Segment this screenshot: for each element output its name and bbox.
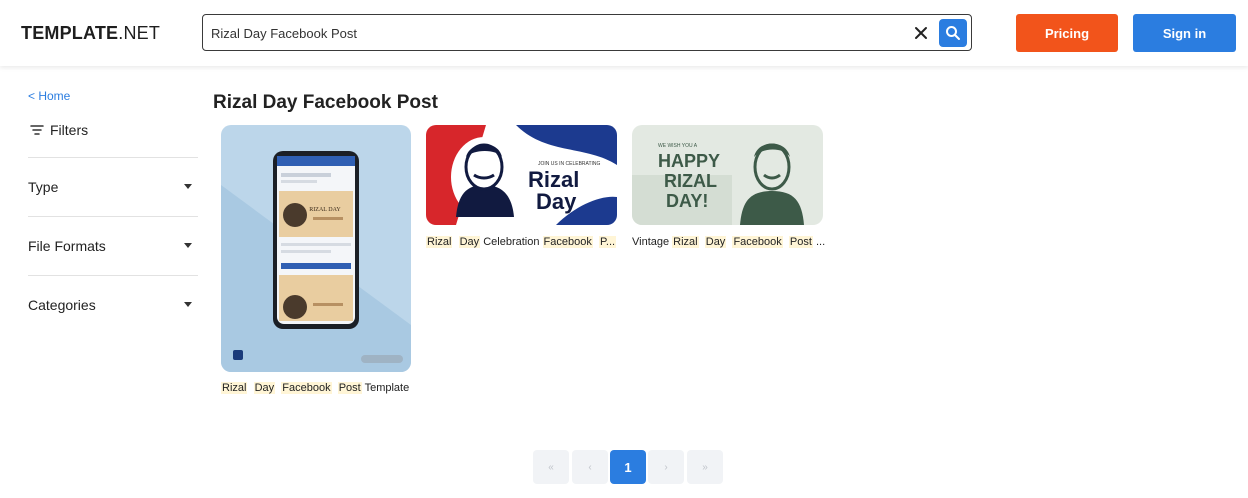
filter-icon xyxy=(30,125,44,135)
pagination-first[interactable]: « xyxy=(533,450,569,484)
top-header: TEMPLATE.NET Pricing Sign in xyxy=(0,0,1248,66)
title-keyword: Rizal xyxy=(672,236,699,248)
title-rest: Vintage xyxy=(632,236,670,248)
pagination-prev[interactable]: ‹ xyxy=(572,450,608,484)
chevron-down-icon xyxy=(184,243,192,248)
title-keyword: Day xyxy=(253,382,276,394)
card3-art-line3: DAY! xyxy=(666,191,708,211)
title-rest: Template xyxy=(364,382,410,394)
template-card-3[interactable]: WE WISH YOU A HAPPY RIZAL DAY! Vintage R… xyxy=(632,125,825,253)
filter-type[interactable]: Type xyxy=(28,157,198,215)
pagination-page-1[interactable]: 1 xyxy=(610,450,646,484)
template-card-2-title[interactable]: Rizal Day Celebration Facebook P... xyxy=(426,236,617,248)
title-keyword: Post xyxy=(337,382,362,394)
logo-suffix-text: .NET xyxy=(118,23,161,43)
title-keyword: Rizal xyxy=(426,236,453,248)
template-thumbnail-3[interactable]: WE WISH YOU A HAPPY RIZAL DAY! xyxy=(632,125,823,225)
chevron-down-icon xyxy=(184,302,192,307)
logo-bold-text: TEMPLATE xyxy=(21,23,119,43)
chevron-down-icon xyxy=(184,184,192,189)
page-title: Rizal Day Facebook Post xyxy=(213,92,438,113)
search-bar xyxy=(202,14,972,51)
title-keyword: Post xyxy=(788,236,813,248)
rizal-celebration-image: JOIN US IN CELEBRATING Rizal Day xyxy=(426,125,617,225)
search-button[interactable] xyxy=(939,19,967,47)
title-keyword: Facebook xyxy=(732,236,783,248)
template-card-1[interactable]: RIZAL DAY Rizal Day Facebook Post Templa… xyxy=(221,125,411,397)
card1-art-text: RIZAL DAY xyxy=(309,207,341,213)
pricing-button[interactable]: Pricing xyxy=(1016,14,1118,52)
phone-mockup-image: RIZAL DAY xyxy=(221,125,411,372)
filters-label: Filters xyxy=(50,122,89,138)
site-logo[interactable]: TEMPLATE.NET xyxy=(21,23,160,44)
filter-file-formats[interactable]: File Formats xyxy=(28,216,198,274)
home-breadcrumb-link[interactable]: < Home xyxy=(28,89,70,103)
card3-art-line1: HAPPY xyxy=(658,151,720,171)
card3-art-small-text: WE WISH YOU A xyxy=(658,143,698,149)
filter-type-label: Type xyxy=(28,178,59,195)
title-keyword: Facebook xyxy=(542,236,593,248)
filter-categories[interactable]: Categories xyxy=(28,275,198,333)
filters-heading[interactable]: Filters xyxy=(30,122,88,138)
filter-categories-label: Categories xyxy=(28,296,96,313)
title-keyword: P... xyxy=(598,236,617,248)
pagination-next[interactable]: › xyxy=(648,450,684,484)
template-card-1-title[interactable]: Rizal Day Facebook Post Template xyxy=(221,382,409,394)
pagination-last[interactable]: » xyxy=(687,450,723,484)
sign-in-button[interactable]: Sign in xyxy=(1133,14,1236,52)
title-keyword: Facebook xyxy=(281,382,332,394)
template-thumbnail-1[interactable]: RIZAL DAY xyxy=(221,125,411,372)
filter-file-formats-label: File Formats xyxy=(28,237,106,254)
card3-art-line2: RIZAL xyxy=(664,171,717,191)
title-keyword: Day xyxy=(704,236,727,248)
title-rest: Celebration xyxy=(483,236,540,248)
title-keyword: Rizal xyxy=(221,382,248,394)
clear-search-button[interactable] xyxy=(909,21,933,45)
close-icon xyxy=(915,27,927,39)
template-thumbnail-2[interactable]: JOIN US IN CELEBRATING Rizal Day xyxy=(426,125,617,225)
search-input[interactable] xyxy=(211,23,891,43)
vintage-rizal-image: WE WISH YOU A HAPPY RIZAL DAY! xyxy=(632,125,823,225)
search-icon xyxy=(946,26,960,40)
title-keyword: Day xyxy=(458,236,481,248)
template-card-2[interactable]: JOIN US IN CELEBRATING Rizal Day Rizal D… xyxy=(426,125,618,253)
card2-art-line2: Day xyxy=(536,189,577,214)
template-card-3-title[interactable]: Vintage Rizal Day Facebook Post ... xyxy=(632,236,825,248)
title-rest: ... xyxy=(815,236,826,248)
